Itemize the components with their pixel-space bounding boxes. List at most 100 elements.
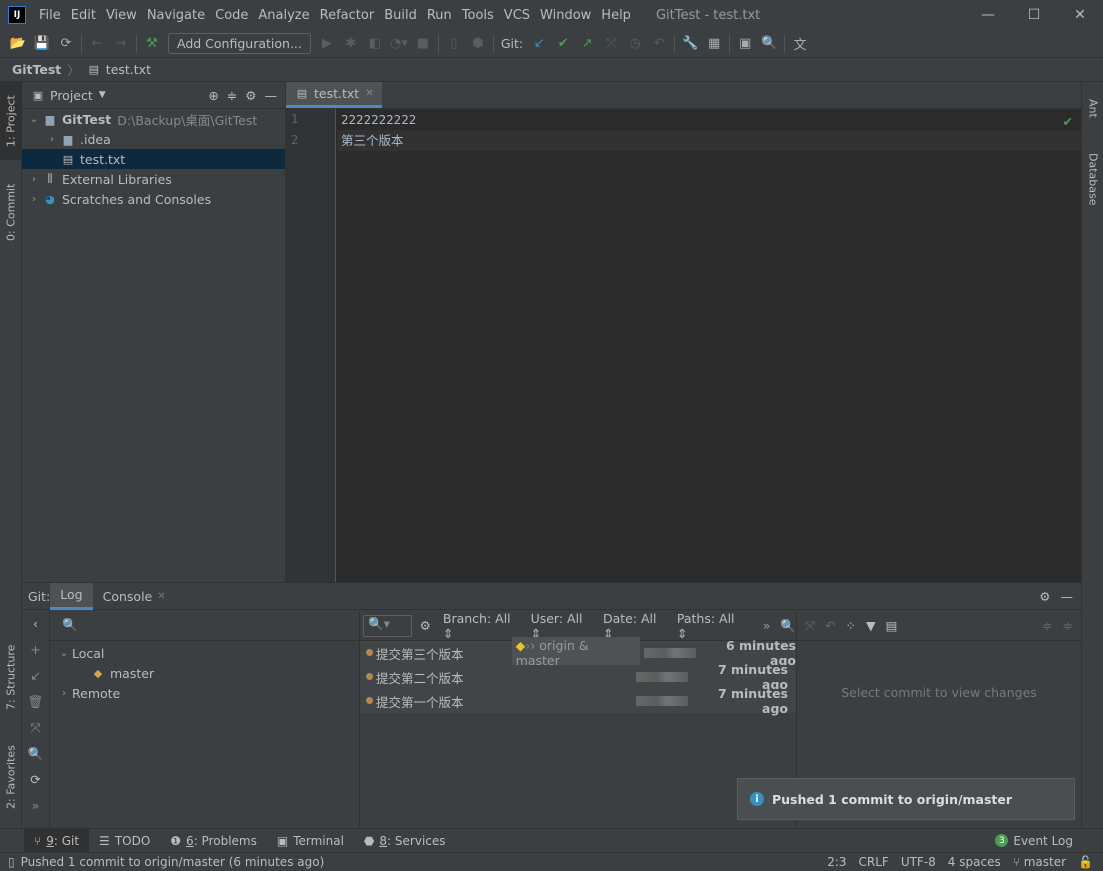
forward-icon[interactable]: → xyxy=(109,33,133,55)
git-update-icon[interactable]: ↙ xyxy=(527,33,551,55)
merge-icon[interactable]: ⤧ xyxy=(22,715,49,741)
tab-commit[interactable]: 0: Commit xyxy=(0,172,22,252)
group-icon[interactable]: ⁘ xyxy=(846,618,856,633)
notification-balloon[interactable]: i Pushed 1 commit to origin/master xyxy=(737,778,1075,820)
menu-help[interactable]: Help xyxy=(596,8,636,23)
menu-window[interactable]: Window xyxy=(535,8,596,23)
branch-master[interactable]: ◆ master xyxy=(56,663,154,683)
cherry-pick-icon[interactable]: ⤧ xyxy=(805,618,815,634)
back-icon[interactable]: ← xyxy=(85,33,109,55)
more-icon[interactable]: » xyxy=(763,618,771,633)
menu-vcs[interactable]: VCS xyxy=(499,8,535,23)
menu-run[interactable]: Run xyxy=(422,8,457,23)
menu-file[interactable]: File xyxy=(34,8,66,23)
save-icon[interactable]: 💾 xyxy=(30,33,54,55)
code-area[interactable]: 2222222222 第三个版本 xyxy=(337,109,1081,151)
tree-item-idea[interactable]: › ▆ .idea xyxy=(22,129,285,149)
filter-icon[interactable]: ▼ xyxy=(866,618,876,633)
event-log-button[interactable]: 3 Event Log xyxy=(985,829,1103,853)
git-commit-icon[interactable]: ✔ xyxy=(551,33,575,55)
build-hammer-icon[interactable]: ⚒ xyxy=(140,33,164,55)
hide-icon[interactable]: — xyxy=(1061,589,1074,604)
expand-icon[interactable]: ≑ xyxy=(1042,618,1052,633)
tree-item-scratches[interactable]: › ◕ Scratches and Consoles xyxy=(22,189,285,209)
tab-console[interactable]: Console ✕ xyxy=(93,583,176,610)
gear-icon[interactable]: ⚙ xyxy=(1039,589,1050,604)
tool-problems[interactable]: ❶ 6: Problems xyxy=(160,829,267,853)
locate-icon[interactable]: ⊕ xyxy=(208,88,218,103)
refresh-icon[interactable]: ⟳ xyxy=(22,767,49,793)
tool-services[interactable]: ⬣ 8: Services xyxy=(354,829,456,853)
debug-icon[interactable]: ✱ xyxy=(339,33,363,55)
deploy-icon[interactable]: ⬢ xyxy=(466,33,490,55)
more-icon[interactable]: » xyxy=(22,793,49,819)
tab-favorites[interactable]: 2: Favorites xyxy=(0,732,22,822)
branch-filter[interactable]: Branch: All ⇕ xyxy=(443,611,523,641)
open-icon[interactable]: 📂 xyxy=(6,33,30,55)
tab-ant[interactable]: Ant xyxy=(1082,86,1103,131)
git-merge-icon[interactable]: ⤧ xyxy=(599,33,623,55)
indent-setting[interactable]: 4 spaces xyxy=(948,855,1001,869)
menu-edit[interactable]: Edit xyxy=(66,8,101,23)
layout-icon[interactable]: ▤ xyxy=(886,618,898,633)
history-icon[interactable]: ◷ xyxy=(623,33,647,55)
breadcrumb-file[interactable]: test.txt xyxy=(106,62,151,77)
menu-build[interactable]: Build xyxy=(379,8,422,23)
sync-icon[interactable]: ⟳ xyxy=(54,33,78,55)
close-button[interactable]: ✕ xyxy=(1057,0,1103,30)
profile-icon[interactable]: ◔▾ xyxy=(387,33,411,55)
menu-refactor[interactable]: Refactor xyxy=(315,8,380,23)
status-toggle-icon[interactable]: ▯ xyxy=(8,855,15,869)
git-branch-widget[interactable]: ⑂ master xyxy=(1013,855,1066,869)
paths-filter[interactable]: Paths: All ⇕ xyxy=(677,611,747,641)
menu-tools[interactable]: Tools xyxy=(457,8,499,23)
hide-icon[interactable]: — xyxy=(265,88,278,103)
collapse-icon[interactable]: ≑ xyxy=(227,88,237,103)
revert-icon[interactable]: ↶ xyxy=(825,618,835,633)
branch-local[interactable]: ⌄ Local xyxy=(56,643,154,663)
commit-row[interactable]: 提交第一个版本 7 minutes ago xyxy=(360,686,796,716)
collapse-icon[interactable]: ≑ xyxy=(1063,618,1081,633)
back-icon[interactable]: ‹ xyxy=(22,611,49,637)
coverage-icon[interactable]: ◧ xyxy=(363,33,387,55)
lock-icon[interactable]: 🔓 xyxy=(1078,855,1093,869)
device-icon[interactable]: ▯ xyxy=(442,33,466,55)
search-icon[interactable]: 🔍 xyxy=(757,33,781,55)
tab-database[interactable]: Database xyxy=(1082,142,1103,217)
translate-icon[interactable]: 文 xyxy=(788,33,812,55)
editor-tab-test-txt[interactable]: ▤ test.txt ✕ xyxy=(286,82,382,108)
gear-icon[interactable]: ⚙ xyxy=(245,88,256,103)
tool-todo[interactable]: ☰ TODO xyxy=(89,829,160,853)
project-structure-icon[interactable]: ▦ xyxy=(702,33,726,55)
file-encoding[interactable]: UTF-8 xyxy=(901,855,936,869)
close-tab-icon[interactable]: ✕ xyxy=(365,88,373,99)
tab-project[interactable]: 1: Project xyxy=(0,82,22,160)
tree-item-gittest[interactable]: ⌄ ▆ GitTest D:\Backup\桌面\GitTest xyxy=(22,109,285,129)
editor[interactable]: ▤ test.txt ✕ 1 2 2222222222 第三个版本 ✔ xyxy=(286,82,1081,582)
caret-position[interactable]: 2:3 xyxy=(827,855,846,869)
terminal-window-icon[interactable]: ▣ xyxy=(733,33,757,55)
log-search-input[interactable]: 🔍▾ xyxy=(363,614,412,637)
tree-item-external-libraries[interactable]: › ⫼ External Libraries xyxy=(22,169,285,189)
menu-code[interactable]: Code xyxy=(210,8,253,23)
run-icon[interactable]: ▶ xyxy=(315,33,339,55)
gear-icon[interactable]: ⚙ xyxy=(420,618,431,633)
branch-search-input[interactable]: 🔍 xyxy=(50,611,359,641)
add-icon[interactable]: + xyxy=(22,637,49,663)
status-message[interactable]: Pushed 1 commit to origin/master (6 minu… xyxy=(21,855,325,869)
menu-analyze[interactable]: Analyze xyxy=(253,8,314,23)
stop-icon[interactable]: ■ xyxy=(411,33,435,55)
tree-item-test-txt[interactable]: ▤ test.txt xyxy=(22,149,285,169)
settings-wrench-icon[interactable]: 🔧 xyxy=(678,33,702,55)
menu-navigate[interactable]: Navigate xyxy=(142,8,210,23)
minimize-button[interactable]: — xyxy=(965,0,1011,30)
maximize-button[interactable]: ☐ xyxy=(1011,0,1057,30)
delete-icon[interactable]: 🗑 xyxy=(22,689,49,715)
tool-git[interactable]: ⑂ 9: Git xyxy=(24,828,90,853)
tool-terminal[interactable]: ▣ Terminal xyxy=(267,829,354,853)
add-configuration-button[interactable]: Add Configuration... xyxy=(168,33,311,54)
tab-structure[interactable]: 7: Structure xyxy=(0,632,22,722)
branch-remote[interactable]: › Remote xyxy=(56,683,154,703)
menu-view[interactable]: View xyxy=(101,8,142,23)
search-icon[interactable]: 🔍 xyxy=(780,618,796,634)
